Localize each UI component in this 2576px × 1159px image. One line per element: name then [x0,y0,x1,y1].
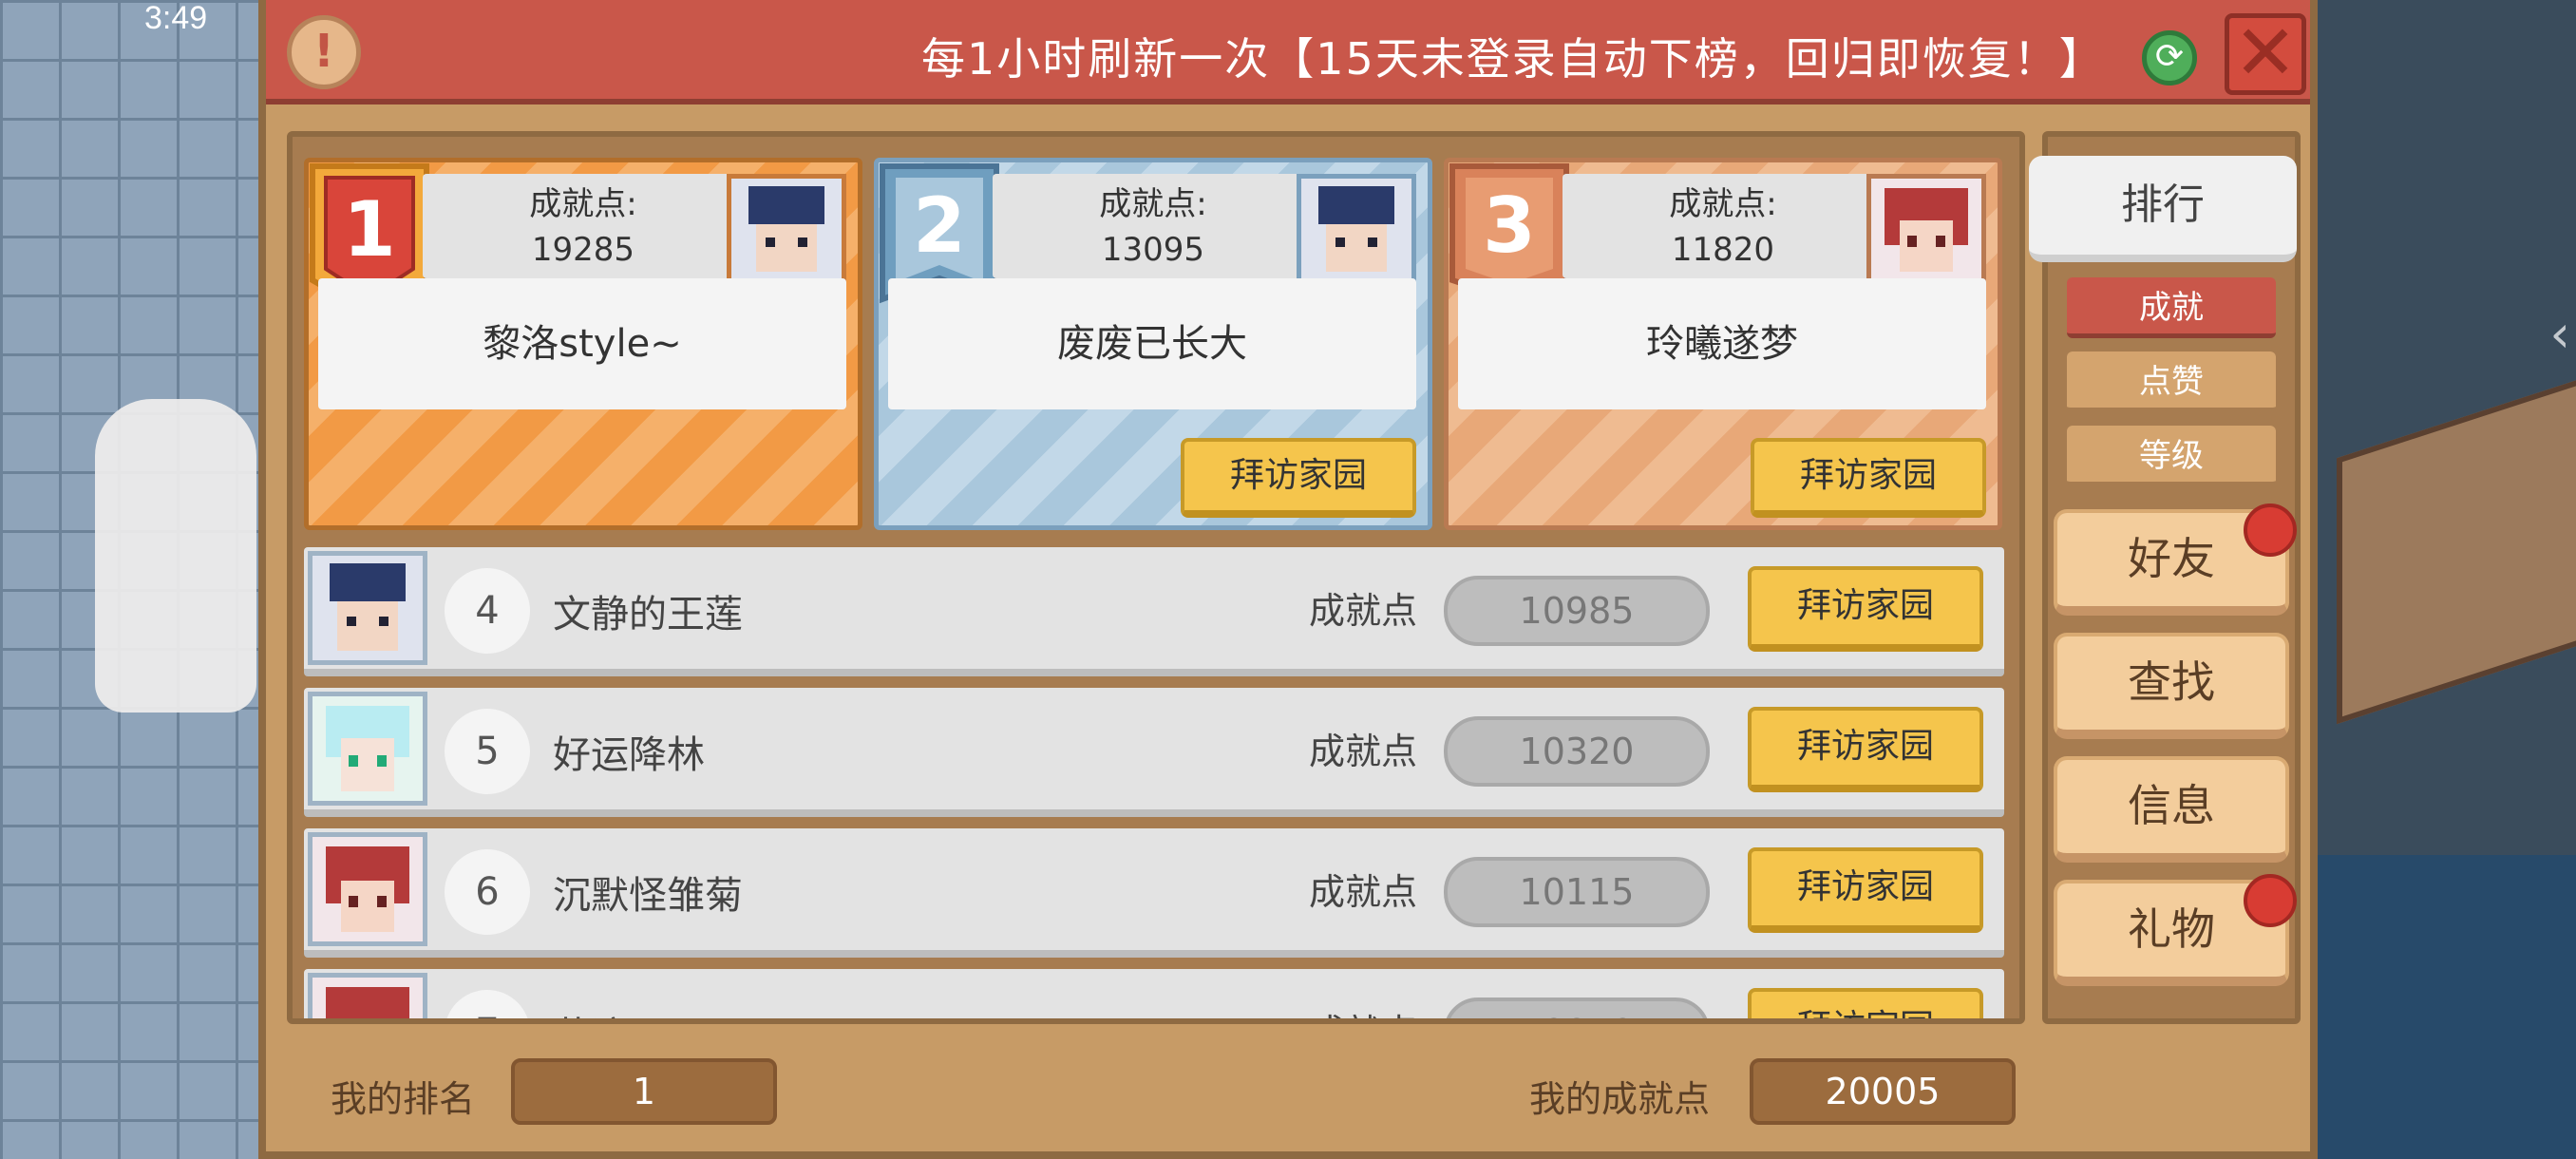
house-roof [2337,377,2576,725]
gifts-button[interactable]: 礼物 [2054,874,2297,986]
messages-button-label: 信息 [2128,780,2215,831]
visit-home-button[interactable]: 拜访家园 [1748,707,1983,792]
player-avatar[interactable] [308,551,427,665]
info-button[interactable]: ! [287,15,361,89]
list-item: 4 文静的王莲 成就点 10985 拜访家园 [304,547,2004,676]
score-label: 成就点 [1309,871,1418,913]
close-button[interactable]: ✕ [2225,13,2306,95]
visit-home-button[interactable]: 拜访家园 [1748,988,1983,1018]
top2-score-label: 成就点: [1099,185,1207,223]
top2-avatar[interactable] [1297,174,1416,286]
leaderboard-panel: ! 每1小时刷新一次【15天未登录自动下榜，回归即恢复！】 ⟳ ✕ 1 成就点:… [258,0,2318,1159]
player-name: 花凉 [553,1005,629,1018]
my-rank-label: 我的排名 [331,1078,476,1120]
scene-right-background [2318,0,2576,1159]
score-label: 成就点 [1309,731,1418,772]
subtab-likes[interactable]: 点赞 [2067,352,2276,412]
title-bar: ! 每1小时刷新一次【15天未登录自动下榜，回归即恢复！】 ⟳ ✕ [266,0,2310,104]
top-card-2: 2 成就点: 13095 废废已长大 拜访家园 [874,158,1432,530]
visit-home-button[interactable]: 拜访家园 [1748,566,1983,652]
tab-ranking[interactable]: 排行 [2029,156,2297,262]
search-button-label: 查找 [2128,656,2215,708]
top-card-3: 3 成就点: 11820 玲曦遂梦 拜访家园 [1444,158,2002,530]
visit-home-button[interactable]: 拜访家园 [1748,847,1983,933]
player-avatar[interactable] [308,832,427,946]
top1-score-box: 成就点: 19285 [423,174,744,278]
gifts-button-label: 礼物 [2128,903,2215,955]
top1-score: 19285 [531,231,635,269]
my-rank-value: 1 [511,1058,777,1125]
top3-score-label: 成就点: [1669,185,1777,223]
friends-button[interactable]: 好友 [2054,504,2297,616]
refresh-notice: 每1小时刷新一次【15天未登录自动下榜，回归即恢复！】 [921,33,2105,85]
top2-score-box: 成就点: 13095 [993,174,1314,278]
ranking-list[interactable]: 1 成就点: 19285 黎洛style~ 2 成就点: 13095 废废已长大… [287,131,2025,1024]
player-name: 好运降林 [553,733,705,777]
close-icon: ✕ [2233,9,2298,97]
status-time: 3:49 [144,0,208,36]
messages-button[interactable]: 信息 [2054,756,2289,863]
right-sidebar: 排行 成就 点赞 等级 好友 查找 信息 礼物 [2029,131,2301,1024]
rank-3-badge-number: 3 [1483,181,1536,270]
visit-home-button[interactable]: 拜访家园 [1751,438,1986,518]
score-label: 成就点 [1309,590,1418,632]
refresh-icon[interactable]: ⟳ [2142,30,2197,86]
snowman-decoration [95,399,256,712]
top3-score-box: 成就点: 11820 [1563,174,1884,278]
subtab-achievement[interactable]: 成就 [2067,277,2276,338]
top1-name: 黎洛style~ [318,278,846,409]
water-area [2318,855,2576,1159]
subtab-level[interactable]: 等级 [2067,426,2276,486]
visit-home-button[interactable]: 拜访家园 [1181,438,1416,518]
score-value: 10115 [1444,857,1710,927]
score-value: 10320 [1444,716,1710,787]
search-button[interactable]: 查找 [2054,633,2289,739]
player-avatar[interactable] [308,973,427,1018]
chevron-left-icon[interactable]: ‹ [2549,304,2570,364]
friends-button-label: 好友 [2128,533,2215,584]
top1-score-label: 成就点: [529,185,637,223]
top-card-1: 1 成就点: 19285 黎洛style~ [304,158,862,530]
notification-dot [2244,504,2297,557]
rank-number: 4 [445,568,530,654]
top3-name: 玲曦遂梦 [1458,278,1986,409]
top2-name: 废废已长大 [888,278,1416,409]
score-label: 成就点 [1309,1003,1417,1018]
list-item: 7 花凉 成就点 10050 拜访家园 [304,969,2004,1018]
list-item: 5 好运降林 成就点 10320 拜访家园 [304,688,2004,817]
notification-dot [2244,874,2297,927]
top3-avatar[interactable] [1866,174,1986,286]
player-avatar[interactable] [308,692,427,806]
score-value: 10985 [1444,576,1710,646]
list-item: 6 沉默怪雏菊 成就点 10115 拜访家园 [304,828,2004,958]
my-points-label: 我的成就点 [1529,1078,1711,1120]
rank-2-badge-number: 2 [913,181,966,270]
rank-number: 7 [445,990,530,1018]
top2-score: 13095 [1101,231,1205,269]
top3-score: 11820 [1671,231,1775,269]
footer-bar: 我的排名 1 我的成就点 20005 [266,1024,2310,1151]
player-name: 文静的王莲 [553,593,743,636]
my-points-value: 20005 [1750,1058,2016,1125]
top1-avatar[interactable] [727,174,846,286]
rank-number: 6 [445,849,530,935]
exclamation-icon: ! [313,25,334,78]
score-value: 10050 [1444,998,1710,1018]
rank-number: 5 [445,709,530,794]
rank-1-badge-number: 1 [343,185,396,274]
player-name: 沉默怪雏菊 [553,874,743,918]
